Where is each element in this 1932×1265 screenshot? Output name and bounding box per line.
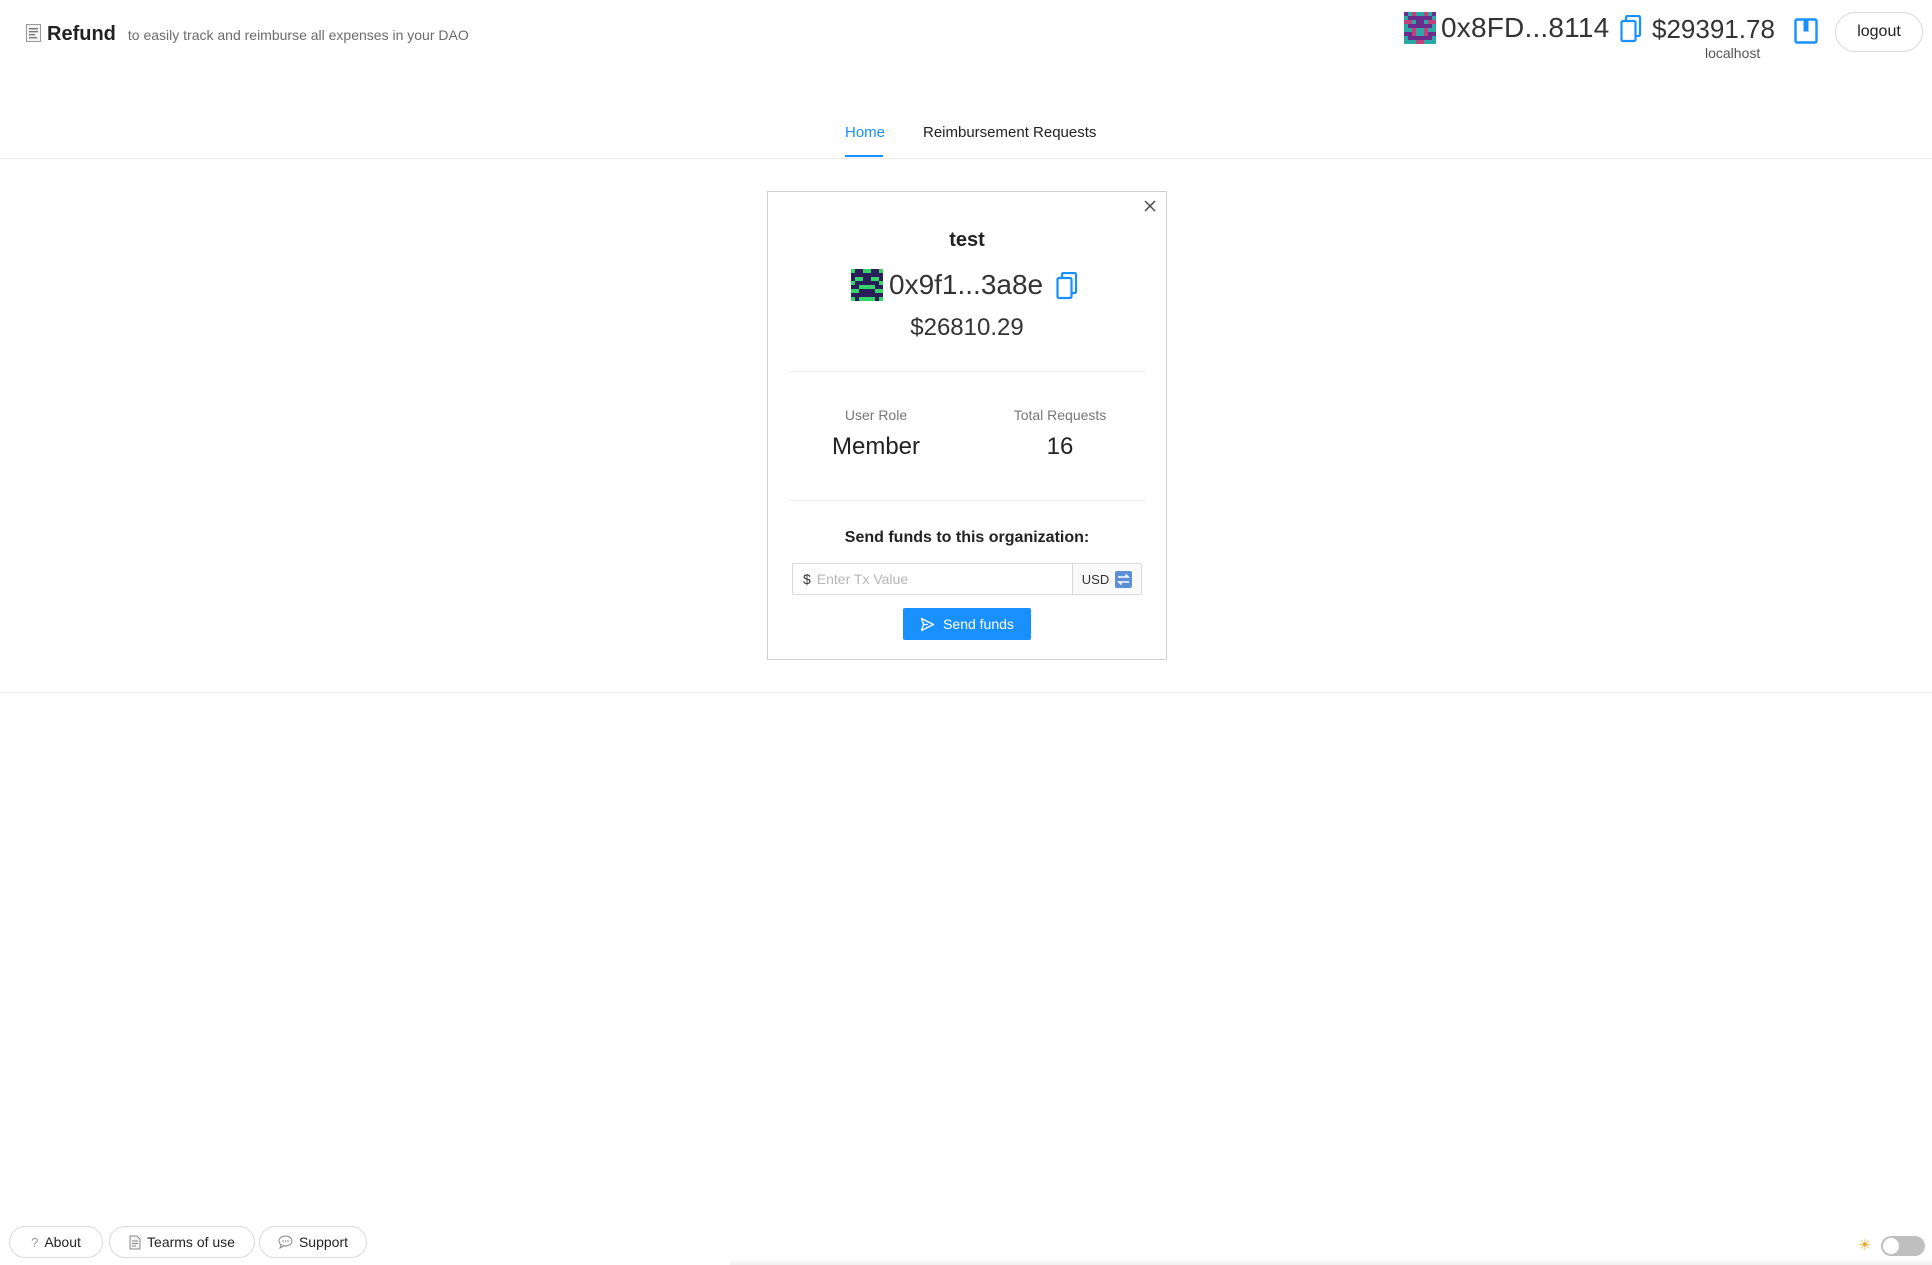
divider: [788, 500, 1146, 501]
send-funds-button[interactable]: Send funds: [903, 608, 1031, 640]
stat-label: Total Requests: [1013, 407, 1107, 423]
active-tab-indicator: [845, 155, 883, 157]
terms-label: Tearms of use: [147, 1234, 235, 1250]
dollar-prefix: $: [803, 571, 811, 587]
organization-balance: $26810.29: [910, 314, 1024, 341]
tx-value-input[interactable]: [816, 571, 1047, 587]
organization-address: 0x9f1...3a8e: [889, 269, 1044, 300]
theme-toggle[interactable]: [1881, 1236, 1925, 1256]
organization-name: test: [949, 229, 985, 251]
stat-label: User Role: [844, 407, 908, 423]
network-label: localhost: [1705, 45, 1761, 61]
stat-value: Member: [831, 433, 921, 460]
chat-icon: [278, 1235, 293, 1249]
toggle-knob: [1883, 1238, 1899, 1254]
tab-reimbursement-requests[interactable]: Reimbursement Requests: [923, 124, 1096, 141]
terms-button[interactable]: Tearms of use: [109, 1226, 255, 1258]
organization-card: test 0x9f1...3a8e $26810.29 User Role Me…: [767, 191, 1167, 660]
send-funds-label: Send funds: [943, 616, 1014, 632]
brand[interactable]: Refund to easily track and reimburse all…: [26, 22, 469, 46]
send-funds-title: Send funds to this organization:: [844, 529, 1090, 546]
content-divider: [0, 692, 1932, 693]
currency-toggle[interactable]: USD: [1072, 563, 1142, 595]
bottom-shadow: [730, 1258, 1932, 1265]
account-avatar: [1404, 12, 1436, 44]
question-icon: ?: [31, 1234, 39, 1250]
app-title: Refund: [47, 23, 116, 45]
account-address: 0x8FD...8114: [1441, 12, 1610, 43]
main-tabs: Home Reimbursement Requests: [0, 108, 1932, 159]
about-label: About: [44, 1234, 81, 1250]
organization-address-row: 0x9f1...3a8e: [768, 267, 1166, 303]
close-icon[interactable]: [1142, 198, 1158, 214]
support-label: Support: [298, 1234, 349, 1250]
organization-avatar: [851, 269, 883, 301]
receipt-icon: [26, 24, 41, 42]
app-header: Refund to easily track and reimburse all…: [0, 0, 1932, 70]
currency-label: USD: [1081, 571, 1110, 587]
tx-input-wrapper: $: [792, 563, 1072, 595]
copy-icon[interactable]: [1620, 15, 1642, 43]
wallet-icon[interactable]: [1794, 18, 1818, 44]
user-role-stat: User Role Member: [796, 407, 956, 461]
document-icon: [129, 1235, 141, 1249]
stat-value: 16: [1046, 433, 1074, 460]
about-button[interactable]: ? About: [9, 1226, 103, 1258]
copy-icon[interactable]: [1056, 272, 1078, 300]
app-subtitle: to easily track and reimburse all expens…: [127, 27, 469, 43]
send-icon: [920, 617, 935, 631]
total-requests-stat: Total Requests 16: [980, 407, 1140, 461]
sun-icon: ☀: [1858, 1237, 1872, 1254]
account-balance: $29391.78: [1652, 14, 1775, 44]
tx-value-group: $ USD: [792, 563, 1142, 595]
logout-button[interactable]: logout: [1835, 12, 1923, 52]
divider: [788, 371, 1146, 372]
support-button[interactable]: Support: [259, 1226, 367, 1258]
swap-icon: [1115, 570, 1133, 588]
tab-home[interactable]: Home: [845, 124, 885, 141]
